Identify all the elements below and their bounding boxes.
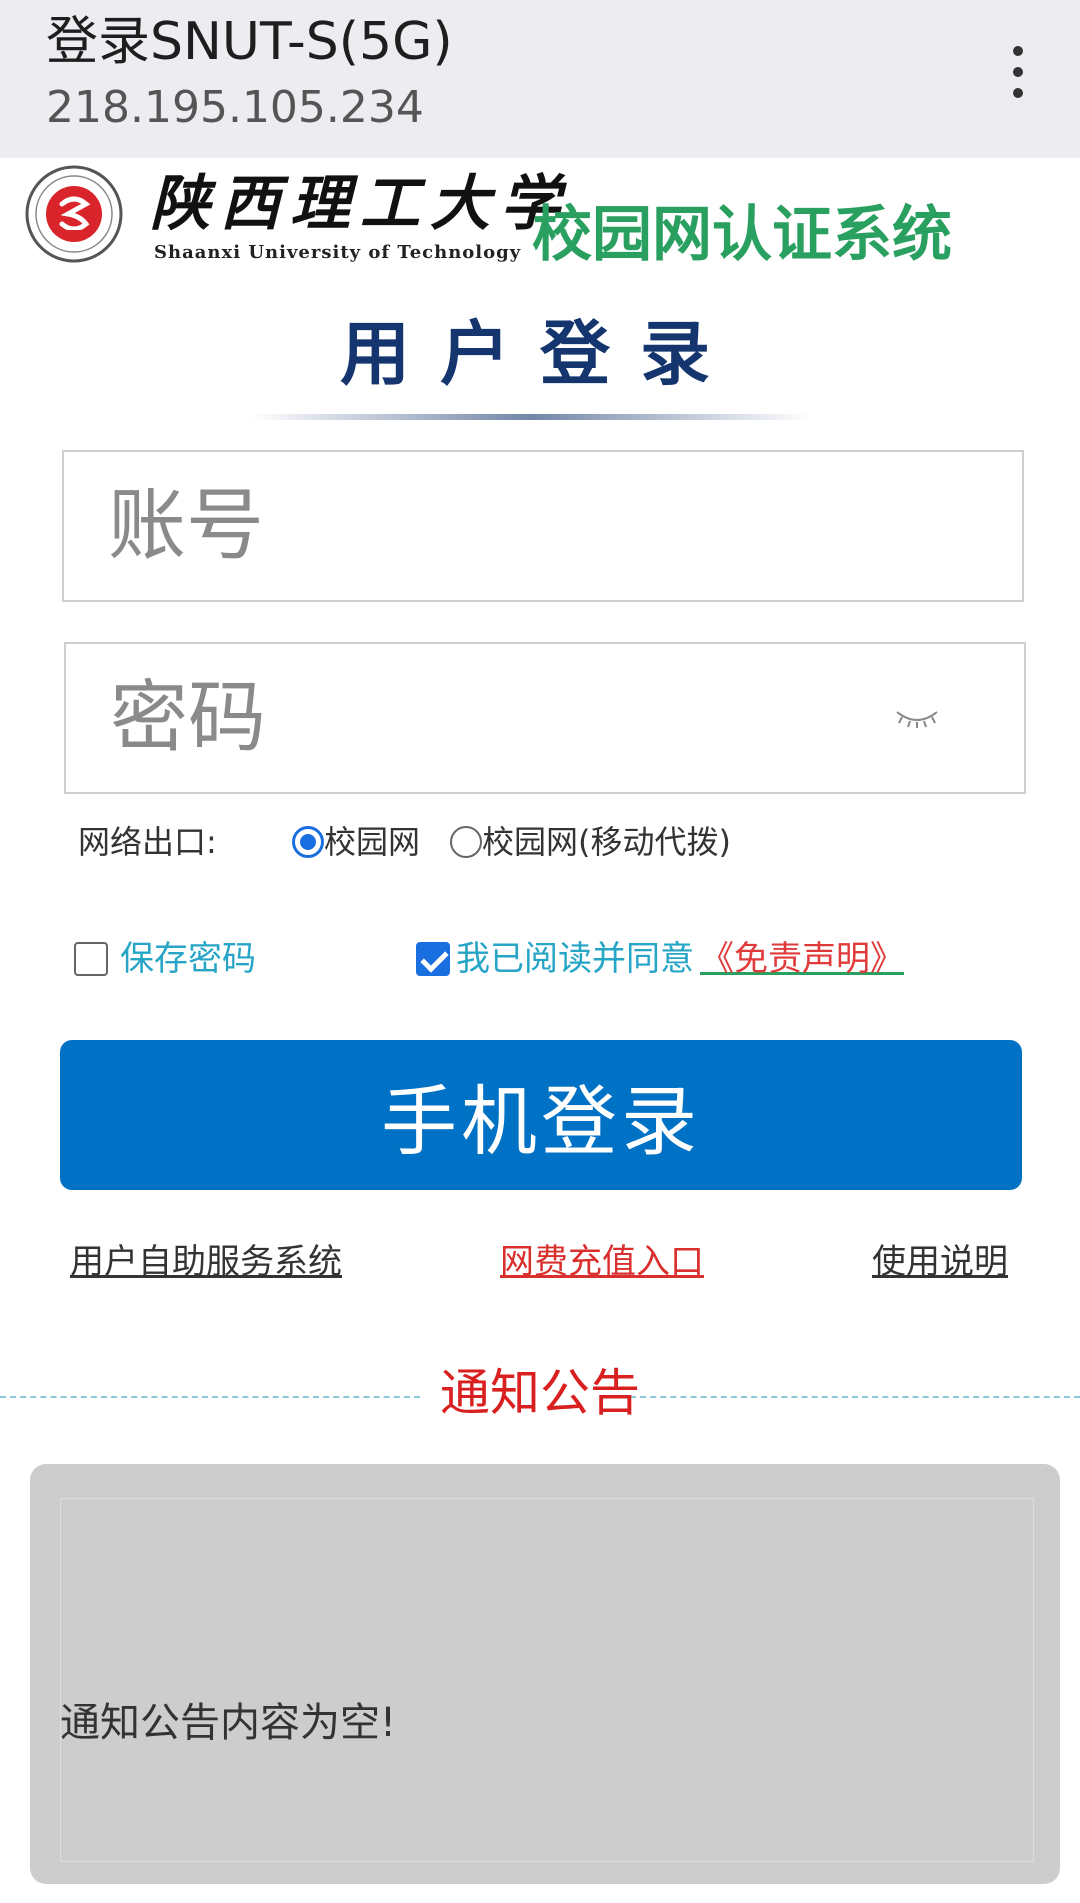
- notice-header: 通知公告: [0, 1358, 1080, 1428]
- notice-content-area: [60, 1498, 1034, 1862]
- recharge-link[interactable]: 网费充值入口: [500, 1232, 704, 1292]
- university-name-cn: 陕西理工大学: [150, 169, 570, 239]
- save-password-label[interactable]: 保存密码: [120, 934, 256, 984]
- login-title: 用户登录: [340, 313, 740, 395]
- self-service-link[interactable]: 用户自助服务系统: [70, 1232, 342, 1292]
- manual-link[interactable]: 使用说明: [872, 1232, 1008, 1292]
- account-input[interactable]: [64, 452, 1022, 600]
- page-url: 218.195.105.234: [46, 82, 424, 133]
- options-row: 保存密码 我已阅读并同意 《免责声明》: [74, 934, 1014, 984]
- eye-closed-icon[interactable]: [894, 708, 940, 730]
- agree-label[interactable]: 我已阅读并同意: [456, 934, 694, 984]
- radio-mobile-proxy[interactable]: [450, 826, 482, 858]
- university-name-en: Shaanxi University of Technology: [154, 242, 522, 263]
- radio-mobile-proxy-label[interactable]: 校园网(移动代拨): [482, 818, 731, 866]
- browser-top-bar: 登录SNUT-S(5G) 218.195.105.234: [0, 0, 1080, 158]
- phone-login-button[interactable]: 手机登录: [60, 1040, 1022, 1190]
- notice-title: 通知公告: [440, 1364, 640, 1422]
- footer-links: 用户自助服务系统 网费充值入口 使用说明: [0, 1232, 1080, 1292]
- university-seal-icon: [25, 165, 123, 263]
- brand-header: 陕西理工大学 Shaanxi University of Technology …: [0, 160, 1080, 280]
- page-title: 登录SNUT-S(5G): [46, 12, 453, 72]
- save-password-checkbox[interactable]: [74, 942, 108, 976]
- password-field[interactable]: [64, 642, 1026, 794]
- title-underline: [250, 414, 810, 420]
- radio-campus-network-label[interactable]: 校园网: [324, 818, 420, 866]
- more-vertical-icon[interactable]: [996, 40, 1040, 104]
- password-input[interactable]: [66, 644, 1024, 792]
- account-field[interactable]: [62, 450, 1024, 602]
- agree-checkbox[interactable]: [416, 942, 450, 976]
- network-exit-row: 网络出口: 校园网 校园网(移动代拨): [78, 818, 1018, 866]
- radio-campus-network[interactable]: [292, 826, 324, 858]
- network-exit-label: 网络出口:: [78, 823, 217, 861]
- notice-content: 通知公告内容为空!: [60, 1700, 397, 1746]
- system-title: 校园网认证系统: [532, 200, 952, 270]
- disclaimer-link[interactable]: 《免责声明》: [700, 934, 904, 984]
- notice-panel: 通知公告内容为空!: [30, 1464, 1060, 1884]
